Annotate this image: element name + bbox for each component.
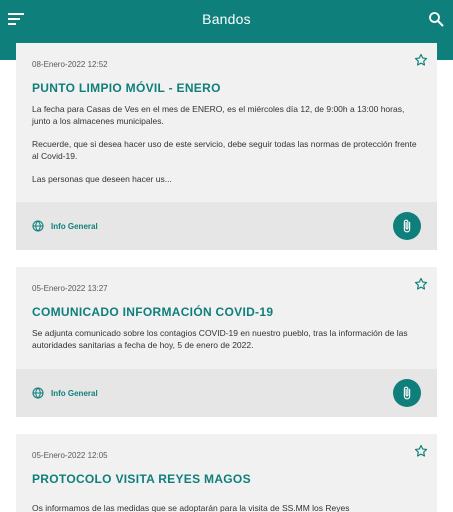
card-text: La fecha para Casas de Ves en el mes de … [32,103,421,185]
card-date: 08-Enero-2022 12:52 [32,60,108,69]
attachment-button[interactable] [393,379,421,407]
paperclip-icon [403,219,411,233]
paperclip-icon [403,386,411,400]
favorite-button[interactable] [414,53,428,67]
page-title: Bandos [202,11,251,27]
card-paragraph: Se adjunta comunicado sobre los contagio… [32,328,408,350]
card-title: COMUNICADO INFORMACIÓN COVID-19 [32,305,274,319]
star-icon [414,53,428,66]
bando-card[interactable]: 05-Enero-2022 12:05 PROTOCOLO VISITA REY… [16,434,437,512]
category-label: Info General [51,221,98,231]
card-text: Se adjunta comunicado sobre los contagio… [32,327,421,351]
card-date: 05-Enero-2022 13:27 [32,284,108,293]
globe-icon [32,220,44,232]
attachment-button[interactable] [393,212,421,240]
card-footer: Info General [16,369,437,417]
star-icon [414,277,428,290]
search-icon [429,12,444,27]
card-paragraph: La fecha para Casas de Ves en el mes de … [32,104,405,126]
favorite-button[interactable] [414,277,428,291]
card-title: PUNTO LIMPIO MÓVIL - ENERO [32,81,221,95]
category-tag[interactable]: Info General [32,220,98,232]
bando-card[interactable]: 08-Enero-2022 12:52 PUNTO LIMPIO MÓVIL -… [16,43,437,250]
globe-icon [32,387,44,399]
card-paragraph: Las personas que deseen hacer us... [32,174,172,184]
card-text: Os informamos de las medidas que se adop… [32,502,421,512]
card-date: 05-Enero-2022 12:05 [32,451,108,460]
search-button[interactable] [425,8,447,30]
card-title: PROTOCOLO VISITA REYES MAGOS [32,472,251,486]
category-label: Info General [51,388,98,398]
star-icon [414,444,428,457]
favorite-button[interactable] [414,444,428,458]
card-paragraph: Os informamos de las medidas que se adop… [32,503,350,512]
card-footer: Info General [16,202,437,250]
category-tag[interactable]: Info General [32,387,98,399]
card-paragraph: Recuerde, que si desea hacer uso de este… [32,139,417,161]
bando-card[interactable]: 05-Enero-2022 13:27 COMUNICADO INFORMACI… [16,267,437,417]
